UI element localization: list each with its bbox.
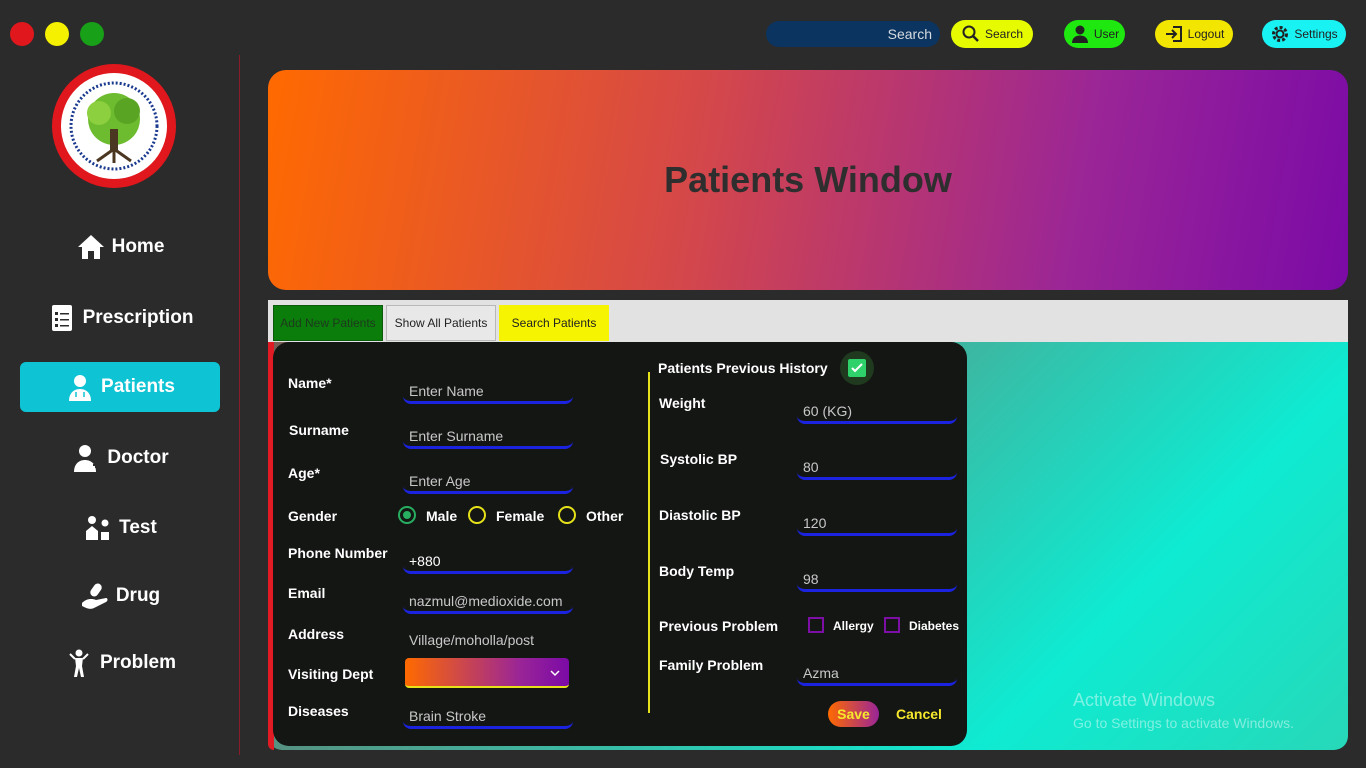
save-button[interactable]: Save [828, 701, 879, 727]
sidebar-item-label: Drug [115, 585, 161, 606]
app-logo [52, 64, 176, 188]
check-icon [851, 363, 863, 373]
weight-input[interactable]: 60 (KG) [797, 398, 957, 424]
logout-icon [1165, 26, 1182, 42]
surname-input[interactable]: Enter Surname [403, 423, 573, 449]
cancel-button[interactable]: Cancel [896, 706, 942, 722]
diastolic-bp-input[interactable]: 120 [797, 510, 957, 536]
diabetes-checkbox[interactable] [884, 617, 900, 633]
minimize-window-button[interactable] [45, 22, 69, 46]
user-button-label: User [1093, 27, 1120, 41]
diseases-label: Diseases [288, 703, 349, 719]
user-icon [1071, 25, 1088, 43]
weight-label: Weight [659, 395, 706, 411]
doctor-icon [74, 445, 100, 472]
body-temp-input[interactable]: 98 [797, 566, 957, 592]
sidebar-item-patients[interactable]: Patients [20, 362, 220, 412]
search-button[interactable]: Search [951, 20, 1033, 48]
surname-label: Surname [289, 422, 349, 438]
previous-history-label: Patients Previous History [658, 360, 828, 376]
page-banner: Patients Window [268, 70, 1348, 290]
chevron-down-icon [550, 670, 560, 677]
gender-other-radio[interactable] [558, 506, 576, 524]
activation-watermark-title: Activate Windows [1073, 690, 1216, 710]
logout-button[interactable]: Logout [1155, 20, 1233, 48]
phone-input[interactable]: +880 [403, 548, 573, 574]
sidebar-item-prescription[interactable]: Prescription [20, 293, 220, 343]
gear-icon [1272, 26, 1289, 42]
gender-female-label: Female [496, 508, 545, 524]
search-icon [962, 25, 979, 42]
logout-button-label: Logout [1187, 27, 1225, 41]
gender-label: Gender [288, 508, 338, 524]
page-title: Patients Window [664, 159, 952, 200]
age-input[interactable]: Enter Age [403, 468, 573, 494]
top-search-input[interactable]: Search [766, 21, 940, 47]
form-column-divider [648, 372, 650, 713]
previous-problem-label: Previous Problem [659, 618, 779, 634]
activation-watermark-subtitle: Go to Settings to activate Windows. [1073, 715, 1294, 731]
visiting-dept-label: Visiting Dept [288, 666, 374, 682]
diabetes-label: Diabetes [909, 619, 960, 633]
sidebar-item-home[interactable]: Home [20, 222, 220, 272]
drug-icon [81, 583, 108, 609]
sidebar-item-label: Problem [99, 652, 177, 673]
systolic-bp-label: Systolic BP [660, 451, 738, 467]
address-label: Address [288, 626, 345, 642]
sidebar-item-problem[interactable]: Problem [20, 638, 220, 688]
email-input[interactable]: nazmul@medioxide.com [403, 588, 573, 614]
tree-logo-icon [69, 81, 159, 171]
tab-add-new-patients[interactable]: Add New Patients [273, 305, 383, 341]
sidebar-item-doctor[interactable]: Doctor [20, 433, 220, 483]
phone-label: Phone Number [288, 545, 388, 561]
name-input[interactable]: Enter Name [403, 378, 573, 404]
sidebar-item-drug[interactable]: Drug [20, 571, 220, 621]
tab-search-patients[interactable]: Search Patients [499, 305, 609, 341]
gender-male-label: Male [426, 508, 458, 524]
name-label: Name* [288, 375, 332, 391]
maximize-window-button[interactable] [80, 22, 104, 46]
allergy-checkbox[interactable] [808, 617, 824, 633]
test-icon [86, 516, 110, 540]
diastolic-bp-label: Diastolic BP [659, 507, 741, 523]
address-input[interactable]: Village/moholla/post [403, 627, 573, 653]
sidebar-item-label: Home [111, 236, 165, 257]
settings-button-label: Settings [1294, 27, 1338, 41]
systolic-bp-input[interactable]: 80 [797, 454, 957, 480]
search-button-label: Search [984, 27, 1024, 41]
tab-show-all-patients[interactable]: Show All Patients [386, 305, 496, 341]
tab-bar: Add New Patients Show All Patients Searc… [268, 300, 1348, 342]
sidebar-item-label: Patients [101, 376, 175, 397]
gender-male-radio[interactable] [398, 506, 416, 524]
family-problem-label: Family Problem [659, 657, 764, 673]
family-problem-input[interactable]: Azma [797, 660, 957, 686]
gender-other-label: Other [586, 508, 624, 524]
settings-button[interactable]: Settings [1262, 20, 1346, 48]
gender-female-radio[interactable] [468, 506, 486, 524]
sidebar-item-test[interactable]: Test [20, 503, 220, 553]
problem-icon [69, 649, 89, 677]
sidebar-separator [239, 55, 240, 755]
diseases-input[interactable]: Brain Stroke [403, 703, 573, 729]
age-label: Age* [288, 465, 320, 481]
allergy-label: Allergy [833, 619, 874, 633]
sidebar-item-label: Test [119, 517, 157, 538]
close-window-button[interactable] [10, 22, 34, 46]
visiting-dept-select[interactable] [405, 658, 569, 688]
previous-history-checkbox[interactable] [840, 351, 874, 385]
email-label: Email [288, 585, 326, 601]
user-button[interactable]: User [1064, 20, 1125, 48]
body-temp-label: Body Temp [659, 563, 735, 579]
home-icon [77, 235, 104, 259]
prescription-icon [51, 305, 72, 331]
patient-icon [69, 375, 92, 401]
sidebar-item-label: Doctor [107, 447, 169, 468]
sidebar-item-label: Prescription [82, 307, 194, 328]
